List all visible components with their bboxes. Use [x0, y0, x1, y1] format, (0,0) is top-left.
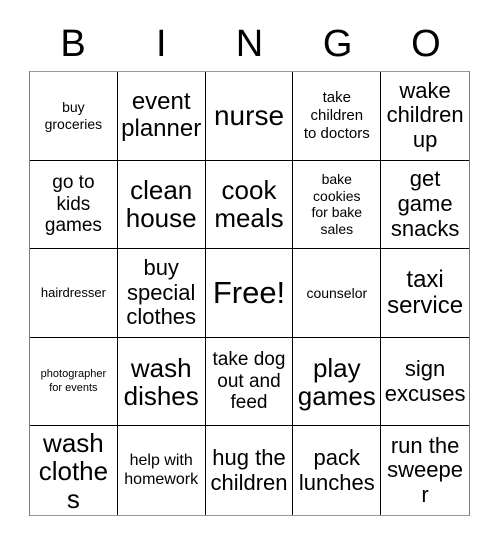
bingo-cell-label: go to kids games [44, 171, 102, 237]
bingo-cell-label: get game snacks [390, 166, 460, 241]
bingo-cell-label: play games [297, 352, 376, 411]
bingo-cell-label: clean house [125, 175, 197, 234]
bingo-cell[interactable]: buy special clothes [117, 249, 206, 338]
bingo-cell[interactable]: hug the children [205, 426, 294, 515]
bingo-cell-label: counselor [306, 284, 368, 301]
bingo-header-letter-o: O [411, 23, 441, 65]
bingo-cell[interactable]: play games [293, 337, 382, 427]
bingo-cell-label: hug the children [210, 445, 288, 495]
bingo-header-letter-b: B [60, 23, 86, 65]
bingo-cell[interactable]: buy groceries [30, 72, 118, 161]
bingo-cell-label: sign excuses [384, 355, 466, 406]
bingo-cell[interactable]: wash dishes [117, 337, 206, 427]
bingo-cell[interactable]: take dog out and feed [205, 337, 294, 427]
bingo-cell[interactable]: run the sweeper [381, 426, 469, 515]
bingo-cell[interactable]: taxi service [381, 249, 469, 338]
bingo-cell-label: hairdresser [40, 285, 106, 301]
bingo-header-letter-g: G [322, 23, 353, 65]
bingo-cell-label: nurse [213, 99, 285, 131]
bingo-cell-label: wash clothes [38, 427, 109, 514]
bingo-cell-label: wash dishes [123, 352, 199, 411]
bingo-cell-label: Free! [212, 274, 286, 310]
bingo-cell-label: run the sweeper [387, 432, 464, 507]
bingo-cell[interactable]: nurse [205, 72, 294, 161]
bingo-cell-label: take children to doctors [303, 89, 370, 142]
bingo-cell-label: bake cookies for bake sales [311, 170, 363, 238]
bingo-cell[interactable]: take children to doctors [293, 72, 382, 161]
bingo-grid: buy groceries event planner nurse take chil… [29, 71, 470, 516]
bingo-header: B I N G O [29, 17, 470, 71]
bingo-card: B I N G O buy groceries event planner nurs… [0, 0, 500, 544]
bingo-cell[interactable]: cook meals [205, 160, 294, 250]
bingo-cell-label: taxi service [387, 265, 464, 319]
bingo-cell-label: cook meals [214, 175, 284, 234]
bingo-cell-label: pack lunches [298, 445, 375, 495]
bingo-cell-label: event planner [121, 88, 202, 142]
bingo-cell-label: buy groceries [44, 99, 103, 132]
bingo-cell-label: help with homework [124, 452, 199, 488]
bingo-cell[interactable]: hairdresser [30, 249, 118, 338]
bingo-cell[interactable]: event planner [117, 72, 206, 161]
bingo-cell[interactable]: sign excuses [381, 337, 469, 427]
bingo-cell[interactable]: help with homework [117, 426, 206, 515]
bingo-header-letter-n: N [235, 23, 264, 65]
bingo-cell[interactable]: bake cookies for bake sales [293, 160, 382, 250]
bingo-cell-label: take dog out and feed [212, 349, 286, 414]
bingo-cell[interactable]: photographer for events [30, 337, 118, 427]
bingo-cell[interactable]: counselor [293, 249, 382, 338]
bingo-header-letter-i: I [156, 23, 167, 65]
bingo-cell[interactable]: get game snacks [381, 160, 469, 250]
bingo-cell[interactable]: clean house [117, 160, 206, 250]
bingo-cell-label: photographer for events [40, 368, 107, 394]
bingo-cell-free[interactable]: Free! [205, 249, 294, 338]
bingo-cell-label: buy special clothes [126, 255, 197, 330]
bingo-cell[interactable]: wake children up [381, 72, 469, 161]
bingo-cell[interactable]: wash clothes [30, 426, 118, 515]
bingo-cell-label: wake children up [386, 77, 464, 153]
bingo-cell[interactable]: go to kids games [30, 160, 118, 250]
bingo-cell[interactable]: pack lunches [293, 426, 382, 515]
